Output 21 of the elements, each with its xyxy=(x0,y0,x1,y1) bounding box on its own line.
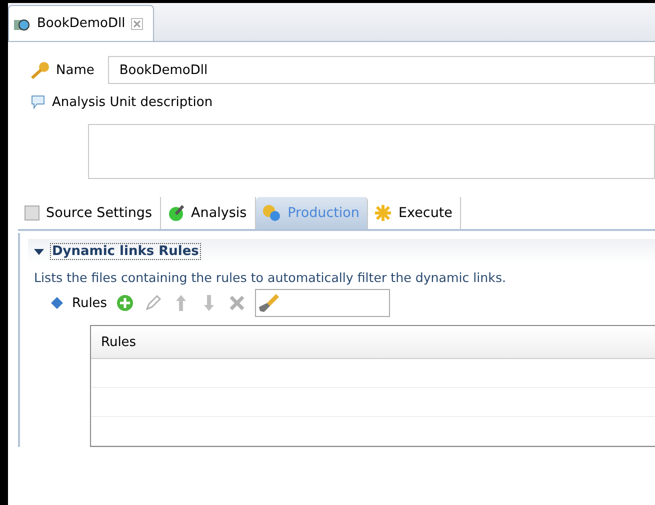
collapse-caret-icon[interactable] xyxy=(34,248,44,256)
description-field[interactable] xyxy=(88,124,655,179)
page-icon xyxy=(24,205,40,221)
speech-bubble-icon xyxy=(30,94,46,110)
brush-icon xyxy=(258,292,280,314)
section-description: Lists the files containing the rules to automatically filter the dynamic links. xyxy=(34,270,508,285)
name-label: Name xyxy=(56,62,94,78)
close-icon[interactable] xyxy=(131,18,144,30)
gears-icon xyxy=(262,204,282,222)
diamond-icon xyxy=(50,296,64,310)
key-icon xyxy=(30,61,50,79)
section-title[interactable]: Dynamic links Rules xyxy=(50,243,201,260)
add-button[interactable] xyxy=(115,293,136,313)
column-header[interactable]: Rules xyxy=(101,334,136,350)
star-icon xyxy=(374,204,392,222)
name-field[interactable]: BookDemoDll xyxy=(108,56,655,84)
editor-tab[interactable]: BookDemoDll xyxy=(8,5,154,41)
rules-label: Rules xyxy=(72,296,108,310)
gear-icon xyxy=(167,204,186,222)
filter-field[interactable] xyxy=(255,289,390,317)
description-label: Analysis Unit description xyxy=(52,94,213,110)
